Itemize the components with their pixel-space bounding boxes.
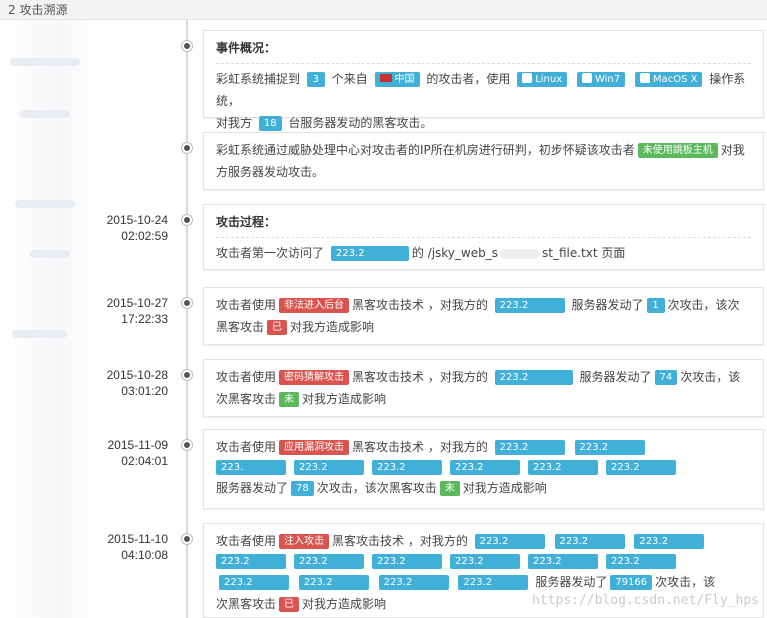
server-count-badge: 18 bbox=[258, 116, 282, 131]
summary-card: 事件概况： 彩虹系统捕捉到 3 个来自 中国 的攻击者，使用 Linux Win… bbox=[203, 30, 764, 131]
timeline-dot bbox=[182, 440, 192, 450]
ip-badge: 223.2 bbox=[528, 554, 598, 569]
timeline-dot bbox=[182, 215, 192, 225]
ip-badge: 223.2 bbox=[378, 575, 449, 590]
ip-badge: 223.2 bbox=[554, 534, 625, 549]
ip-badge: 223.2 bbox=[216, 554, 286, 569]
event-date: 2015-11-10 04:10:08 bbox=[107, 532, 169, 562]
timeline-dot bbox=[182, 143, 192, 153]
page-header: 2 攻击溯源 bbox=[0, 0, 767, 20]
event-card: 攻击者使用 应用漏洞攻击 黑客攻击技术 ，对我方的 223.2 223.2 223.… bbox=[203, 429, 764, 509]
os-badge-linux: Linux bbox=[517, 72, 568, 87]
ip-badge: 223.2 bbox=[298, 575, 369, 590]
ip-badge: 223.2 bbox=[450, 554, 520, 569]
ip-badge: 223.2 bbox=[294, 554, 364, 569]
summary-line-1: 彩虹系统捕捉到 3 个来自 中国 的攻击者，使用 Linux Win7 MacO… bbox=[216, 72, 746, 108]
ip-badge: 223.2 bbox=[494, 298, 565, 313]
impact-status-badge: 未 bbox=[439, 481, 460, 496]
page-title: 2 攻击溯源 bbox=[8, 3, 68, 17]
windows-icon bbox=[581, 73, 592, 83]
timeline-dot bbox=[182, 41, 192, 51]
ip-list: 223.2 223.2 223.2 223.2 223.2 223.2 bbox=[216, 554, 751, 569]
attack-technique-badge: 应用漏洞攻击 bbox=[279, 440, 350, 455]
event-date: 2015-10-27 17:22:33 bbox=[106, 296, 168, 326]
summary-title: 事件概况： bbox=[216, 37, 751, 64]
summary-line-2: 对我方 18 台服务器发动的黑客攻击。 bbox=[216, 116, 433, 131]
attack-count-badge: 78 bbox=[291, 481, 314, 496]
impact-status-badge: 已 bbox=[267, 320, 288, 335]
ip-badge: 223.2 bbox=[606, 554, 676, 569]
left-sidebar-blurred bbox=[0, 20, 100, 618]
ip-badge: 223.2 bbox=[528, 460, 598, 475]
attack-count-badge: 74 bbox=[654, 370, 678, 385]
os-badge-win7: Win7 bbox=[576, 72, 626, 87]
impact-status-badge: 未 bbox=[279, 392, 300, 407]
ip-badge: 223. bbox=[216, 460, 286, 475]
ip-badge: 223.2 bbox=[494, 370, 573, 385]
ip-badge: 223.2 bbox=[372, 554, 442, 569]
no-proxy-badge: 未使用跳板主机 bbox=[637, 143, 718, 158]
ip-badge: 223.2 bbox=[330, 246, 409, 261]
china-flag-icon bbox=[379, 74, 392, 82]
timeline-dot bbox=[182, 534, 192, 544]
ip-badge: 223.2 bbox=[458, 575, 529, 590]
ip-badge: 223.2 bbox=[219, 575, 289, 590]
os-badge-macos: MacOS X bbox=[634, 72, 703, 87]
country-badge: 中国 bbox=[374, 72, 420, 87]
process-card: 攻击过程： 攻击者第一次访问了 223.2 的 /jsky_web_s st_fil… bbox=[203, 204, 764, 270]
attacker-count-badge: 3 bbox=[306, 72, 325, 87]
ip-badge: 223.2 bbox=[474, 534, 545, 549]
attack-technique-badge: 密码猜解攻击 bbox=[279, 370, 350, 385]
attack-technique-badge: 注入攻击 bbox=[279, 534, 330, 549]
linux-icon bbox=[522, 73, 533, 83]
impact-status-badge: 已 bbox=[279, 597, 300, 612]
timeline-line bbox=[186, 20, 188, 618]
watermark: https://blog.csdn.net/Fly_hps bbox=[532, 593, 759, 608]
event-date: 2015-10-24 02:02:59 bbox=[106, 213, 168, 243]
attack-technique-badge: 非法进入后台 bbox=[279, 298, 350, 313]
ip-list: 223. 223.2 223.2 223.2 223.2 223.2 bbox=[216, 460, 751, 475]
attack-count-badge: 79166 bbox=[610, 575, 653, 590]
ip-badge: 223.2 bbox=[634, 534, 705, 549]
ip-badge: 223.2 bbox=[294, 460, 364, 475]
ip-badge: 223.2 bbox=[574, 440, 645, 455]
event-date: 2015-10-28 03:01:20 bbox=[106, 368, 168, 398]
apple-icon bbox=[639, 73, 650, 83]
ip-badge: 223.2 bbox=[494, 440, 565, 455]
event-card: 攻击者使用 非法进入后台 黑客攻击技术 ，对我方的 223.2 服务器发动了 1 次攻击… bbox=[203, 287, 764, 345]
event-card: 攻击者使用 密码猜解攻击 黑客攻击技术 ，对我方的 223.2 服务器发动了 74 次攻… bbox=[203, 359, 764, 417]
event-date: 2015-11-09 02:04:01 bbox=[107, 438, 169, 468]
analysis-card: 彩虹系统通过威胁处理中心对攻击者的IP所在机房进行研判，初步怀疑该攻击者 未使用跳… bbox=[203, 132, 764, 190]
timeline-dot bbox=[182, 298, 192, 308]
ip-badge: 223.2 bbox=[372, 460, 442, 475]
process-title: 攻击过程： bbox=[216, 211, 751, 238]
ip-badge: 223.2 bbox=[450, 460, 520, 475]
timeline-dot bbox=[182, 370, 192, 380]
ip-badge: 223.2 bbox=[606, 460, 676, 475]
attack-count-badge: 1 bbox=[646, 298, 665, 313]
